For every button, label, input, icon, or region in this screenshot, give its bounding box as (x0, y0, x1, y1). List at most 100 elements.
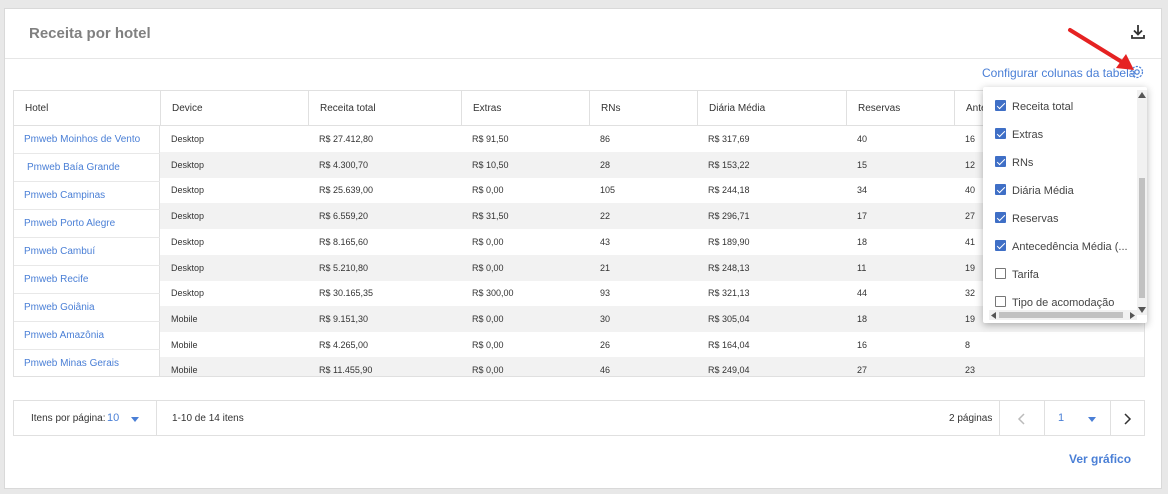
checkbox-unchecked[interactable] (995, 268, 1006, 279)
header-hotel[interactable]: Hotel (14, 91, 160, 126)
items-per-page-select[interactable]: 10 (107, 412, 139, 424)
checkbox-checked[interactable] (995, 156, 1006, 167)
cell-receita-total: R$ 11.455,90 (319, 365, 373, 376)
table-row: Mobile R$ 4.265,00 R$ 0,00 26 R$ 164,04 16 8 (14, 332, 1144, 358)
table-row: Desktop R$ 4.300,70 R$ 10,50 28 R$ 153,22 15 1… (14, 151, 1144, 178)
cell-diaria-media: R$ 153,22 (708, 159, 750, 170)
hotel-link[interactable]: Pmweb Minas Gerais (14, 350, 160, 376)
cell-reservas: 40 (857, 134, 868, 144)
items-per-page-label: Itens por página: (31, 413, 106, 424)
hotel-link[interactable]: Pmweb Moinhos de Vento (14, 126, 160, 154)
hotel-link[interactable]: Pmweb Goiânia (14, 294, 160, 322)
header-extras[interactable]: Extras (461, 91, 589, 126)
column-option[interactable]: Extras (995, 125, 1043, 145)
popup-scroll-thumb[interactable] (1139, 178, 1145, 298)
cell-device: Desktop (171, 159, 205, 170)
chevron-right-icon[interactable] (1117, 409, 1137, 429)
hotel-link[interactable]: Pmweb Baía Grande (14, 154, 160, 182)
cell-diaria-media: R$ 317,69 (708, 134, 750, 144)
checkbox-unchecked[interactable] (995, 296, 1006, 307)
cell-antecedencia: 8 (965, 339, 971, 350)
hotel-link[interactable]: Pmweb Cambuí (14, 238, 160, 266)
column-option-label: Tipo de acomodação (1012, 297, 1115, 309)
cell-reservas: 18 (857, 236, 868, 247)
column-option-label: Antecedência Média (... (1012, 241, 1128, 253)
cell-extras: R$ 0,00 (472, 262, 504, 273)
scroll-up-icon[interactable] (1138, 92, 1146, 98)
table-row: Desktop R$ 8.165,60 R$ 0,00 43 R$ 189,90 18 41 (14, 229, 1144, 255)
hotel-link[interactable]: Pmweb Campinas (14, 182, 160, 210)
column-option-label: Diária Média (1012, 185, 1074, 197)
cell-receita-total: R$ 27.412,80 (319, 134, 374, 144)
table-row: Mobile R$ 11.455,90 R$ 0,00 46 R$ 249,04 27 23 (14, 357, 1144, 376)
column-option[interactable]: Tarifa (995, 265, 1039, 285)
column-option-label: Extras (1012, 129, 1044, 141)
checkbox-checked[interactable] (995, 128, 1006, 139)
cell-reservas: 27 (857, 365, 868, 376)
column-option[interactable]: Diária Média (995, 181, 1074, 201)
scroll-right-icon[interactable] (1130, 312, 1135, 319)
scroll-left-icon[interactable] (991, 312, 996, 319)
chevron-down-icon[interactable] (1088, 417, 1096, 422)
table-row: Desktop R$ 30.165,35 R$ 300,00 93 R$ 321,13 4… (14, 280, 1144, 306)
cell-receita-total: R$ 25.639,00 (319, 185, 374, 196)
hotel-link[interactable]: Pmweb Amazônia (14, 322, 160, 350)
cell-diaria-media: R$ 305,04 (708, 313, 750, 324)
cell-reservas: 44 (857, 288, 868, 299)
popup-horizontal-scrollbar[interactable] (989, 310, 1137, 320)
cell-reservas: 17 (857, 211, 868, 222)
cell-rns: 22 (600, 211, 611, 222)
column-option-label: RNs (1012, 157, 1034, 169)
column-option[interactable]: Antecedência Média (... (995, 237, 1128, 257)
cell-device: Desktop (171, 185, 205, 196)
items-per-page-value[interactable]: 10 (107, 412, 119, 424)
column-option[interactable]: RNs (995, 153, 1033, 173)
paginator: Itens por página: 10 1-10 de 14 itens 2 … (13, 400, 1145, 436)
page-select[interactable]: 1 (1058, 412, 1096, 424)
current-page-value[interactable]: 1 (1058, 412, 1064, 424)
cell-reservas: 16 (857, 339, 868, 350)
cell-extras: R$ 0,00 (472, 185, 504, 196)
cell-diaria-media: R$ 164,04 (708, 339, 750, 350)
table-row: Desktop R$ 25.639,00 R$ 0,00 105 R$ 244,18 34… (14, 177, 1144, 203)
popup-hscroll-thumb[interactable] (999, 312, 1123, 318)
table-row: Desktop R$ 6.559,20 R$ 31,50 22 R$ 296,71 17 2… (14, 203, 1144, 230)
cell-diaria-media: R$ 321,13 (708, 288, 750, 299)
cell-device: Mobile (171, 313, 198, 324)
header-diaria-media[interactable]: Diária Média (697, 91, 846, 126)
table-header-row: Hotel Device Receita total Extras RNs Di… (14, 91, 1144, 126)
popup-vertical-scrollbar[interactable] (1137, 90, 1147, 315)
cell-device: Desktop (171, 288, 205, 299)
view-chart-link[interactable]: Ver gráfico (1069, 452, 1131, 466)
cell-extras: R$ 0,00 (472, 313, 504, 324)
column-option[interactable]: Reservas (995, 209, 1058, 229)
chevron-down-icon[interactable] (131, 417, 139, 422)
header-rns[interactable]: RNs (589, 91, 697, 126)
checkbox-checked[interactable] (995, 240, 1006, 251)
cell-device: Desktop (171, 236, 205, 247)
chevron-left-icon[interactable] (1012, 409, 1032, 429)
cell-rns: 93 (600, 288, 611, 299)
card-header: Receita por hotel (5, 9, 1161, 59)
cell-device: Desktop (171, 262, 205, 273)
hotel-column: Pmweb Moinhos de Vento Pmweb Baía Grande P… (14, 126, 160, 376)
table-row: Desktop R$ 5.210,80 R$ 0,00 21 R$ 248,13 11 19 (14, 254, 1144, 281)
checkbox-checked[interactable] (995, 100, 1006, 111)
header-receita-total[interactable]: Receita total (308, 91, 461, 126)
scroll-down-icon[interactable] (1138, 307, 1146, 313)
column-option[interactable]: Receita total (995, 97, 1073, 117)
header-device[interactable]: Device (160, 91, 308, 126)
cell-receita-total: R$ 8.165,60 (319, 236, 369, 247)
hotel-link[interactable]: Pmweb Porto Alegre (14, 210, 160, 238)
cell-device: Desktop (171, 211, 205, 222)
divider (999, 401, 1000, 435)
cell-diaria-media: R$ 296,71 (708, 211, 750, 222)
cell-rns: 21 (600, 262, 611, 273)
cell-device: Desktop (171, 134, 205, 144)
cell-rns: 26 (600, 339, 611, 350)
header-reservas[interactable]: Reservas (846, 91, 954, 126)
cell-diaria-media: R$ 249,04 (708, 365, 750, 376)
hotel-link[interactable]: Pmweb Recife (14, 266, 160, 294)
checkbox-checked[interactable] (995, 184, 1006, 195)
checkbox-checked[interactable] (995, 212, 1006, 223)
